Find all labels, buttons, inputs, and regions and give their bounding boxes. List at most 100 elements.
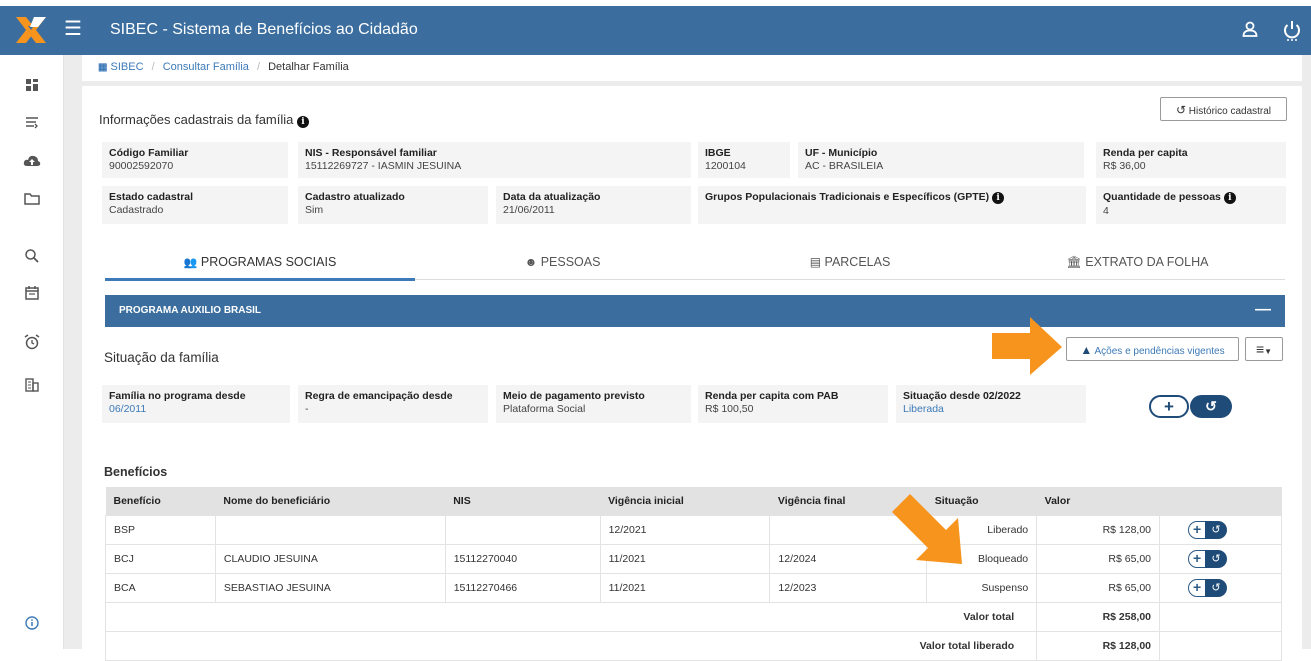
row-add-icon[interactable]: + (1188, 549, 1207, 568)
field-label: NIS - Responsável familiar (305, 147, 437, 159)
field-value: Plataforma Social (503, 403, 586, 415)
field-uf-municipio: UF - Município AC - BRASILEIA (798, 142, 1084, 178)
menu-icon[interactable]: ☰ (64, 18, 82, 40)
breadcrumb-root[interactable]: SIBEC (111, 61, 144, 73)
field-value: 1200104 (705, 160, 746, 172)
breadcrumb-consultar-familia[interactable]: Consultar Família (163, 61, 249, 73)
cell-nis: 15112270466 (444, 572, 601, 603)
quantidade-label-text: Quantidade de pessoas (1103, 191, 1221, 203)
power-icon[interactable] (1282, 20, 1302, 42)
info-icon[interactable] (22, 613, 42, 633)
cell-valor: R$ 128,00 (1036, 514, 1161, 545)
table-header-row: Benefício Nome do beneficiário NIS Vigên… (105, 487, 1282, 515)
field-value: 15112269727 - IASMIN JESUINA (305, 160, 462, 172)
field-value: - (305, 403, 309, 415)
warning-icon: ▲ (1080, 343, 1093, 357)
history-button-label: Histórico cadastral (1188, 106, 1272, 117)
field-quantidade-pessoas: Quantidade de pessoas i 4 (1096, 186, 1286, 224)
column-header-actions (1159, 487, 1282, 515)
field-estado-cadastral: Estado cadastral Cadastrado (102, 186, 288, 224)
field-label: Estado cadastral (109, 191, 194, 203)
field-value[interactable]: 06/2011 (109, 403, 283, 415)
total-value: R$ 258,00 (1036, 601, 1161, 632)
row-history-icon[interactable]: ↺ (1205, 549, 1228, 568)
acoes-button-label: Ações e pendências vigentes (1094, 346, 1225, 357)
cloud-upload-icon[interactable] (22, 151, 42, 171)
field-situacao-desde: Situação desde 02/2022 Liberada (896, 385, 1086, 423)
field-label: Data da atualização (503, 191, 601, 203)
user-icon[interactable] (1241, 20, 1259, 38)
field-label: Grupos Populacionais Tradicionais e Espe… (705, 191, 1079, 204)
field-meio-pagamento: Meio de pagamento previsto Plataforma So… (496, 385, 691, 423)
field-value: Sim (305, 204, 324, 216)
family-info-title-text: Informações cadastrais da família (99, 112, 294, 127)
info-icon[interactable]: i (1223, 192, 1236, 204)
caret-down-icon: ▼ (1264, 347, 1273, 356)
field-value: 21/06/2011 (503, 204, 555, 216)
user-circle-icon: ☻ (524, 255, 538, 269)
cell-vigencia-inicial: 11/2021 (599, 543, 771, 574)
field-label: IBGE (705, 147, 731, 159)
table-row: BSP 12/2021 Liberado R$ 128,00 + ↺ (105, 514, 1282, 545)
field-label: Regra de emancipação desde (305, 390, 453, 402)
field-value[interactable]: Liberada (903, 403, 1079, 415)
field-value: AC - BRASILEIA (805, 160, 884, 172)
dashboard-icon[interactable] (22, 75, 42, 95)
breadcrumb-current: Detalhar Família (268, 61, 349, 73)
total-liberado-label: Valor total liberado (104, 630, 1038, 661)
program-header[interactable]: PROGRAMA AUXILIO BRASIL — (105, 295, 1285, 327)
info-icon[interactable]: i (992, 192, 1005, 204)
list-alt-icon: ▤ (809, 255, 822, 269)
cell-vigencia-inicial: 12/2021 (599, 514, 771, 545)
menu-lines-icon: ≡ (1255, 341, 1265, 357)
info-icon[interactable]: i (297, 116, 309, 128)
column-header[interactable]: NIS (445, 487, 601, 515)
users-icon: 👥 (183, 257, 198, 269)
row-history-icon[interactable]: ↺ (1205, 520, 1228, 539)
total-liberado-row: Valor total liberado R$ 128,00 (104, 630, 1282, 661)
history-cadastral-button[interactable]: ↺ Histórico cadastral (1160, 97, 1287, 121)
field-value: Cadastrado (109, 204, 164, 216)
acoes-pendencias-button[interactable]: ▲ Ações e pendências vigentes (1066, 337, 1239, 361)
row-add-icon[interactable]: + (1188, 578, 1207, 597)
row-history-icon[interactable]: ↺ (1205, 578, 1228, 597)
cell-empty (1159, 630, 1282, 661)
field-label: Quantidade de pessoas i (1103, 191, 1279, 204)
tab-label: PESSOAS (540, 255, 601, 269)
cell-valor: R$ 65,00 (1036, 543, 1161, 574)
building-icon[interactable] (22, 375, 42, 395)
cell-valor: R$ 65,00 (1036, 572, 1161, 603)
options-menu-button[interactable]: ≡▼ (1245, 337, 1283, 361)
cell-nome: SEBASTIAO JESUINA (214, 572, 446, 603)
tab-pessoas[interactable]: ☻ PESSOAS (415, 255, 710, 281)
cell-nome: CLAUDIO JESUINA (214, 543, 446, 574)
tab-parcelas[interactable]: ▤ PARCELAS (710, 255, 990, 281)
column-header[interactable]: Benefício (105, 487, 216, 515)
column-header[interactable]: Valor (1036, 487, 1160, 515)
calendar-icon[interactable] (22, 283, 42, 303)
list-icon[interactable] (22, 112, 42, 132)
cell-nis: 15112270040 (444, 543, 601, 574)
field-codigo-familiar: Código Familiar 90002592070 (102, 142, 288, 178)
caixa-logo[interactable] (14, 13, 48, 47)
breadcrumb-separator: / (256, 61, 261, 73)
tab-active-indicator (105, 278, 415, 281)
sidebar (0, 55, 64, 649)
column-header[interactable]: Nome do beneficiário (215, 487, 446, 515)
row-add-icon[interactable]: + (1188, 520, 1207, 539)
field-data-atualizacao: Data da atualização 21/06/2011 (496, 186, 691, 224)
alarm-clock-icon[interactable] (22, 332, 42, 352)
folder-icon[interactable] (22, 189, 42, 209)
collapse-icon[interactable]: — (1255, 301, 1271, 319)
add-button[interactable]: + (1149, 395, 1189, 418)
tab-extrato-da-folha[interactable]: 🏛 EXTRATO DA FOLHA (990, 255, 1285, 281)
arrow-annotation-icon (992, 317, 1062, 375)
field-gpte: Grupos Populacionais Tradicionais e Espe… (698, 186, 1086, 224)
search-icon[interactable] (22, 246, 42, 266)
history-button[interactable]: ↺ (1190, 395, 1232, 418)
app-title: SIBEC - Sistema de Benefícios ao Cidadão (110, 21, 418, 38)
field-label: Família no programa desde (109, 390, 246, 402)
gpte-label-text: Grupos Populacionais Tradicionais e Espe… (705, 191, 990, 203)
column-header[interactable]: Vigência inicial (600, 487, 770, 515)
field-value: R$ 100,50 (705, 403, 754, 415)
